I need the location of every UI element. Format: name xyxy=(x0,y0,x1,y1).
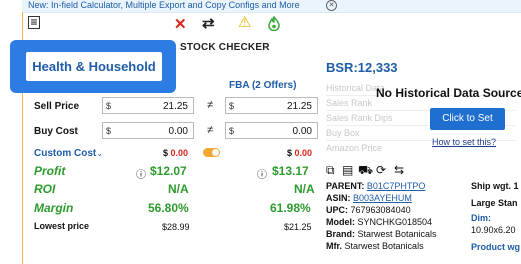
lowest-price-right: $21.25 xyxy=(284,222,312,232)
margin-label: Margin xyxy=(34,201,74,215)
upc-row: UPC: 767963084040 xyxy=(326,205,411,215)
bsr-label: BSR:12,333 xyxy=(326,60,398,75)
copy-icon[interactable]: ⧉ xyxy=(326,163,335,178)
flame-icon[interactable] xyxy=(268,15,280,35)
sell-price-value-right: 21.25 xyxy=(286,101,312,112)
custom-cost-value-right: $ 0.00 xyxy=(287,148,313,158)
refresh-icon[interactable]: ⟳ xyxy=(376,163,386,177)
not-equal-icon: ≠ xyxy=(207,99,214,111)
dim-value: 10.90x6.20 xyxy=(471,225,516,235)
sell-price-label: Sell Price xyxy=(34,101,80,112)
banner-close-icon[interactable]: ✕ xyxy=(326,0,337,11)
product-weight-label: Product wg xyxy=(471,242,520,252)
fba-column-header[interactable]: FBA (2 Offers) xyxy=(229,80,296,91)
banner-text[interactable]: New: In-field Calculator, Multiple Expor… xyxy=(28,0,300,11)
close-icon[interactable]: ✕ xyxy=(174,17,187,33)
brand-row: Brand: Starwest Botanicals xyxy=(326,229,437,239)
parent-link[interactable]: B01C7PHTPO xyxy=(367,181,426,191)
click-to-set-button[interactable]: Click to Set xyxy=(430,108,505,130)
ship-weight-label: Ship wgt. 1 xyxy=(471,181,519,191)
warning-icon[interactable]: ⚠ xyxy=(238,15,251,31)
info-icon[interactable]: ⓘ xyxy=(257,166,267,181)
asin-link[interactable]: B003AYEHUM xyxy=(353,193,412,203)
currency-symbol: $ xyxy=(229,126,235,136)
list-icon[interactable]: ≡ xyxy=(28,16,40,29)
info-icon[interactable]: ⓘ xyxy=(136,166,146,181)
ghost-row: Sales Rank Dips xyxy=(326,113,393,123)
sell-price-input-left[interactable]: $ 21.25 xyxy=(102,97,194,114)
lowest-price-label: Lowest price xyxy=(34,221,90,231)
category-label: Health & Household xyxy=(26,52,162,81)
how-to-set-link[interactable]: How to set this? xyxy=(432,137,496,147)
roi-value-left: N/A xyxy=(168,182,189,196)
no-historical-message: No Historical Data Source xyxy=(376,86,521,100)
profit-value-right: $13.17 xyxy=(272,164,309,178)
roi-label: ROI xyxy=(34,182,56,196)
buy-cost-input-right[interactable]: $ 0.00 xyxy=(225,122,318,139)
buy-cost-value-left: 0.00 xyxy=(168,126,188,137)
currency-symbol: $ xyxy=(106,126,112,136)
asin-row: ASIN: B003AYEHUM xyxy=(326,193,412,203)
not-equal-icon: ≠ xyxy=(207,124,214,136)
roi-value-right: N/A xyxy=(294,182,315,196)
size-tier-label: Large Stan xyxy=(471,198,518,208)
category-badge: Health & Household xyxy=(10,40,176,93)
currency-symbol: $ xyxy=(106,101,112,111)
cart-icon[interactable]: ⛟ xyxy=(358,163,373,179)
currency-symbol: $ xyxy=(229,101,235,111)
document-icon[interactable]: ▤ xyxy=(342,163,353,177)
buy-cost-input-left[interactable]: $ 0.00 xyxy=(102,122,194,139)
parent-row: PARENT: B01C7PHTPO xyxy=(326,181,426,191)
profit-label: Profit xyxy=(34,164,66,178)
lowest-price-left: $28.99 xyxy=(162,222,190,232)
ghost-row: Sales Rank xyxy=(326,98,373,108)
dim-label: Dim: xyxy=(471,213,491,223)
profit-value-left: $12.07 xyxy=(150,164,187,178)
model-row: Model: SYNCHKG018504 xyxy=(326,217,433,227)
mfr-row: Mfr. Starwest Botanicals xyxy=(326,241,424,251)
swap-icon[interactable]: ⇄ xyxy=(202,16,215,32)
swap-small-icon[interactable]: ⇆ xyxy=(394,163,404,177)
ghost-row: Buy Box xyxy=(326,128,360,138)
buy-cost-value-right: 0.00 xyxy=(292,126,312,137)
margin-value-right: 61.98% xyxy=(270,201,311,215)
buy-cost-label: Buy Cost xyxy=(34,126,78,137)
sell-price-value-left: 21.25 xyxy=(162,101,188,112)
custom-cost-label[interactable]: Custom Cost⌄ xyxy=(34,148,103,159)
margin-value-left: 56.80% xyxy=(148,201,189,215)
custom-cost-toggle[interactable] xyxy=(203,148,220,157)
ghost-row: Amazon Price xyxy=(326,143,383,153)
custom-cost-value-left: $ 0.00 xyxy=(163,148,189,158)
page-title: STOCK CHECKER xyxy=(180,42,270,53)
sell-price-input-right[interactable]: $ 21.25 xyxy=(225,97,318,114)
